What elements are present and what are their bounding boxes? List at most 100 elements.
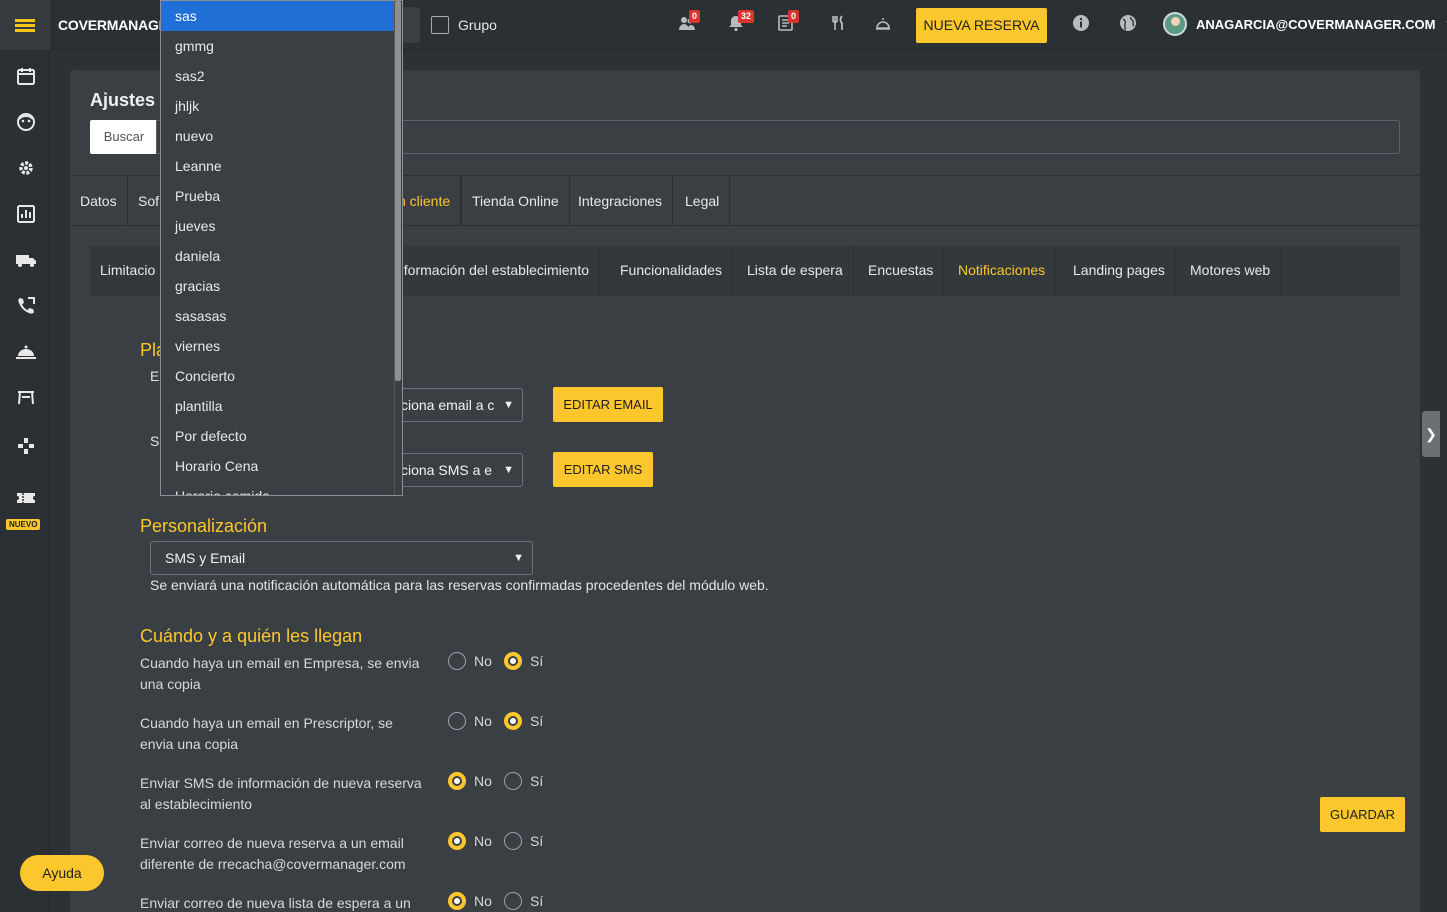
subtab-limitaciones[interactable]: Limitacio [90, 246, 167, 296]
radio-circle[interactable] [448, 892, 466, 910]
dropdown-option[interactable]: Concierto [161, 361, 402, 391]
chevron-down-icon: ▼ [503, 399, 514, 411]
cutlery-icon[interactable] [828, 14, 848, 34]
subtab-notificaciones[interactable]: Notificaciones [948, 246, 1057, 296]
personalizacion-title: Personalización [140, 516, 268, 536]
subtab-landing-pages[interactable]: Landing pages [1063, 246, 1176, 296]
subtab-funcionalidades[interactable]: Funcionalidades [610, 246, 733, 296]
tab-datos[interactable]: Datos [70, 176, 128, 226]
radio-circle[interactable] [504, 832, 522, 850]
buscar-button[interactable]: Buscar [90, 120, 158, 154]
radio-circle[interactable] [504, 712, 522, 730]
gamepad-icon[interactable] [15, 436, 37, 458]
ayuda-button[interactable]: Ayuda [20, 855, 104, 891]
dropdown-option[interactable]: Por defecto [161, 421, 402, 451]
tab-integraciones[interactable]: Integraciones [568, 176, 674, 226]
dropdown-option[interactable]: sas2 [161, 61, 402, 91]
dropdown-option[interactable]: sas [161, 1, 402, 31]
nueva-reserva-button[interactable]: NUEVA RESERVA [916, 8, 1047, 43]
subtab-informacion[interactable]: nformación del establecimiento [386, 246, 600, 296]
calendar-icon[interactable] [15, 66, 37, 88]
radio-circle[interactable] [504, 652, 522, 670]
subtab-encuestas[interactable]: Encuestas [858, 246, 945, 296]
question-sms-establecimiento: Enviar SMS de información de nueva reser… [140, 775, 422, 812]
dropdown-option[interactable]: plantilla [161, 391, 402, 421]
radio-circle[interactable] [504, 772, 522, 790]
info-icon[interactable] [1071, 14, 1091, 34]
dropdown-option[interactable]: Leanne [161, 151, 402, 181]
grupo-checkbox-box[interactable] [431, 16, 449, 34]
radio-prescriptor-no[interactable]: No [448, 712, 492, 730]
guardar-button[interactable]: GUARDAR [1320, 797, 1405, 832]
dropdown-option[interactable]: jueves [161, 211, 402, 241]
table-icon[interactable] [15, 388, 37, 410]
radio-empresa-si[interactable]: Sí [504, 652, 543, 670]
grupo-checkbox[interactable]: Grupo [431, 16, 497, 34]
radio-label: Sí [530, 893, 544, 909]
radio-label: Sí [530, 653, 544, 669]
sidebar: NUEVO [0, 50, 50, 912]
radio-label: No [474, 773, 492, 789]
dropdown-option[interactable]: gracias [161, 271, 402, 301]
radio-prescriptor-si[interactable]: Sí [504, 712, 543, 730]
radio-lista-no[interactable]: No [448, 892, 492, 910]
radio-empresa-no[interactable]: No [448, 652, 492, 670]
subtab-lista-espera[interactable]: Lista de espera [737, 246, 854, 296]
radio-circle[interactable] [448, 832, 466, 850]
edit-sms-button[interactable]: EDITAR SMS [553, 452, 653, 487]
dropdown-scrollbar[interactable] [394, 1, 402, 495]
restaurant-dropdown-list[interactable]: sas gmmg sas2 jhljk nuevo Leanne Prueba … [160, 0, 403, 496]
radio-sms-no[interactable]: No [448, 772, 492, 790]
radio-label: Sí [530, 833, 544, 849]
face-icon[interactable] [15, 112, 37, 134]
dropdown-option[interactable]: Horario comida [161, 481, 402, 495]
page-title: Ajustes d [90, 90, 172, 110]
radio-circle[interactable] [504, 892, 522, 910]
dropdown-option[interactable]: nuevo [161, 121, 402, 151]
radio-correo-no[interactable]: No [448, 832, 492, 850]
question-correo-diferente: Enviar correo de nueva reserva a un emai… [140, 835, 406, 872]
dropdown-option[interactable]: daniela [161, 241, 402, 271]
edit-email-button[interactable]: EDITAR EMAIL [553, 387, 663, 422]
subtab-motores-web[interactable]: Motores web [1180, 246, 1282, 296]
bell-icon[interactable]: 32 [726, 10, 755, 34]
sms-template-value: ciona SMS a e [401, 462, 493, 478]
radio-lista-si[interactable]: Sí [504, 892, 543, 910]
list-badge: 0 [788, 10, 800, 23]
truck-icon[interactable] [15, 250, 37, 272]
dropdown-option[interactable]: jhljk [161, 91, 402, 121]
dropdown-option[interactable]: viernes [161, 331, 402, 361]
tab-tienda-online[interactable]: Tienda Online [461, 176, 570, 226]
personalizacion-select[interactable]: SMS y Email ▼ [150, 541, 533, 575]
radio-circle[interactable] [448, 712, 466, 730]
chevron-down-icon: ▼ [503, 464, 514, 476]
radio-label: Sí [530, 773, 544, 789]
tab-legal[interactable]: Legal [675, 176, 731, 226]
cloche-icon[interactable] [15, 342, 37, 364]
dropdown-option[interactable]: sasasas [161, 301, 402, 331]
scrollbar-thumb[interactable] [395, 1, 401, 381]
radio-circle[interactable] [448, 652, 466, 670]
user-menu[interactable]: ANAGARCIA@COVERMANAGER.COM ▼ [1163, 12, 1447, 36]
chart-icon[interactable] [15, 204, 37, 226]
dropdown-option[interactable]: Prueba [161, 181, 402, 211]
dropdown-option[interactable]: gmmg [161, 31, 402, 61]
ticket-icon[interactable] [15, 488, 37, 510]
menu-icon[interactable] [0, 0, 50, 50]
checklist-icon[interactable]: 0 [776, 10, 800, 34]
question-prescriptor: Cuando haya un email en Prescriptor, se … [140, 715, 393, 752]
globe-icon[interactable] [1118, 14, 1138, 34]
radio-circle[interactable] [448, 772, 466, 790]
phone-icon[interactable] [15, 296, 37, 318]
clients-icon[interactable]: 0 [677, 10, 701, 34]
radio-label: No [474, 893, 492, 909]
cuando-title: Cuándo y a quién les llegan [140, 626, 363, 646]
dropdown-option[interactable]: Horario Cena [161, 451, 402, 481]
service-bell-icon[interactable] [873, 14, 893, 34]
personalizacion-value: SMS y Email [165, 550, 246, 566]
gear-icon[interactable] [15, 158, 37, 180]
radio-correo-si[interactable]: Sí [504, 832, 543, 850]
radio-sms-si[interactable]: Sí [504, 772, 543, 790]
chevron-right-icon[interactable]: ❯ [1422, 411, 1440, 457]
avatar [1163, 12, 1187, 36]
